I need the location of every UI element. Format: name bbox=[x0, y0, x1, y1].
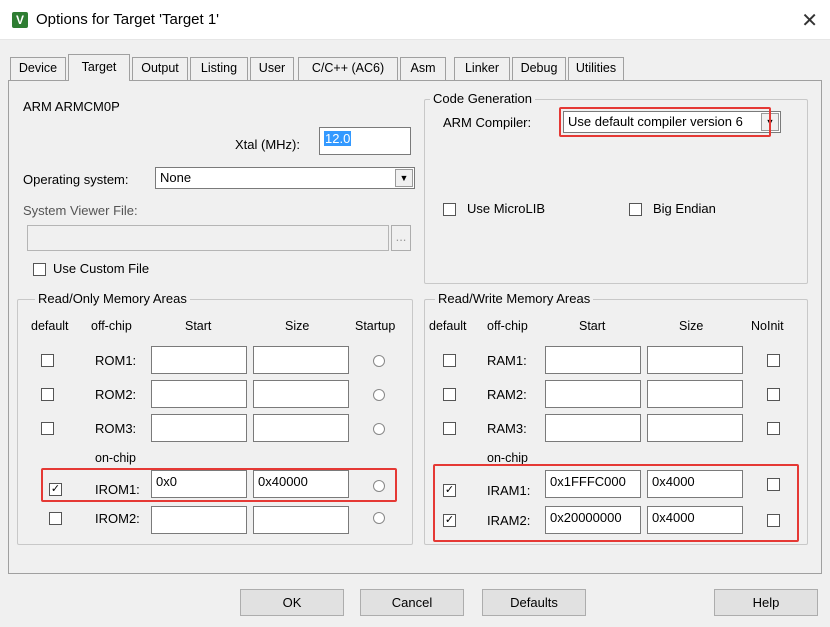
irom2-size-input[interactable] bbox=[253, 506, 349, 534]
rom3-start-input[interactable] bbox=[151, 414, 247, 442]
rw-onchip-label: on-chip bbox=[487, 451, 528, 465]
ro-header-start: Start bbox=[185, 319, 212, 333]
tab-linker[interactable]: Linker bbox=[454, 57, 510, 80]
ram1-start-input[interactable] bbox=[545, 346, 641, 374]
ram3-size-input[interactable] bbox=[647, 414, 743, 442]
ok-button[interactable]: OK bbox=[240, 589, 344, 616]
rom3-label: ROM3: bbox=[95, 421, 137, 436]
target-tab-panel: ARM ARMCM0P Xtal (MHz): 12.0 Operating s… bbox=[8, 80, 822, 574]
ro-header-startup: Startup bbox=[355, 319, 396, 333]
os-select[interactable]: None ▼ bbox=[155, 167, 415, 189]
rom3-default-checkbox[interactable] bbox=[41, 422, 54, 435]
tab-output[interactable]: Output bbox=[132, 57, 188, 80]
use-microlib-checkbox[interactable] bbox=[443, 203, 456, 216]
ram3-default-checkbox[interactable] bbox=[443, 422, 456, 435]
ram3-noinit-checkbox[interactable] bbox=[767, 422, 780, 435]
chevron-down-icon[interactable]: ▼ bbox=[395, 169, 413, 187]
tab-target[interactable]: Target bbox=[68, 54, 130, 81]
rom1-start-input[interactable] bbox=[151, 346, 247, 374]
rom2-label: ROM2: bbox=[95, 387, 137, 402]
ram2-noinit-checkbox[interactable] bbox=[767, 388, 780, 401]
xtal-input[interactable]: 12.0 bbox=[319, 127, 411, 155]
tab-utilities[interactable]: Utilities bbox=[568, 57, 624, 80]
rom2-startup-radio[interactable] bbox=[373, 389, 385, 401]
ram1-noinit-checkbox[interactable] bbox=[767, 354, 780, 367]
code-generation-title: Code Generation bbox=[430, 91, 536, 106]
ram2-label: RAM2: bbox=[487, 387, 527, 402]
rom3-startup-radio[interactable] bbox=[373, 423, 385, 435]
use-custom-file-label: Use Custom File bbox=[53, 261, 150, 276]
defaults-button[interactable]: Defaults bbox=[482, 589, 586, 616]
rw-header-noinit: NoInit bbox=[751, 319, 784, 333]
rw-header-offchip: off-chip bbox=[487, 319, 528, 333]
xtal-label: Xtal (MHz): bbox=[235, 137, 300, 152]
os-label: Operating system: bbox=[23, 172, 129, 187]
os-value: None bbox=[160, 170, 192, 185]
irom2-start-input[interactable] bbox=[151, 506, 247, 534]
rw-header-size: Size bbox=[679, 319, 704, 333]
svf-label: System Viewer File: bbox=[23, 203, 138, 218]
svf-input[interactable] bbox=[27, 225, 389, 251]
rw-header-default: default bbox=[429, 319, 467, 333]
rom1-default-checkbox[interactable] bbox=[41, 354, 54, 367]
ram2-size-input[interactable] bbox=[647, 380, 743, 408]
arm-compiler-label: ARM Compiler: bbox=[443, 115, 532, 130]
tab-device[interactable]: Device bbox=[10, 57, 66, 80]
rom2-size-input[interactable] bbox=[253, 380, 349, 408]
irom-highlight bbox=[41, 468, 397, 502]
ram2-default-checkbox[interactable] bbox=[443, 388, 456, 401]
rom1-size-input[interactable] bbox=[253, 346, 349, 374]
big-endian-checkbox[interactable] bbox=[629, 203, 642, 216]
device-name: ARM ARMCM0P bbox=[23, 99, 120, 114]
irom2-startup-radio[interactable] bbox=[373, 512, 385, 524]
big-endian-label: Big Endian bbox=[653, 201, 716, 216]
ro-header-offchip: off-chip bbox=[91, 319, 132, 333]
ram1-size-input[interactable] bbox=[647, 346, 743, 374]
rw-header-start: Start bbox=[579, 319, 606, 333]
window-title: Options for Target 'Target 1' bbox=[36, 11, 220, 28]
xtal-value: 12.0 bbox=[324, 131, 352, 146]
ro-memory-title: Read/Only Memory Areas bbox=[35, 291, 190, 306]
tab-asm[interactable]: Asm bbox=[400, 57, 446, 80]
ro-header-size: Size bbox=[285, 319, 310, 333]
ram2-start-input[interactable] bbox=[545, 380, 641, 408]
browse-button[interactable]: ... bbox=[391, 225, 411, 251]
ro-onchip-label: on-chip bbox=[95, 451, 136, 465]
tab-debug[interactable]: Debug bbox=[512, 57, 566, 80]
tab-user[interactable]: User bbox=[250, 57, 294, 80]
ram1-default-checkbox[interactable] bbox=[443, 354, 456, 367]
rom1-startup-radio[interactable] bbox=[373, 355, 385, 367]
ram3-start-input[interactable] bbox=[545, 414, 641, 442]
ram3-label: RAM3: bbox=[487, 421, 527, 436]
help-button[interactable]: Help bbox=[714, 589, 818, 616]
cancel-button[interactable]: Cancel bbox=[360, 589, 464, 616]
rom2-start-input[interactable] bbox=[151, 380, 247, 408]
rom2-default-checkbox[interactable] bbox=[41, 388, 54, 401]
iram-highlight bbox=[433, 464, 799, 542]
dialog-button-bar: OK Cancel Defaults Help bbox=[0, 577, 830, 627]
rom3-size-input[interactable] bbox=[253, 414, 349, 442]
ro-header-default: default bbox=[31, 319, 69, 333]
tab-listing[interactable]: Listing bbox=[190, 57, 248, 80]
tab-c-cpp[interactable]: C/C++ (AC6) bbox=[298, 57, 398, 80]
irom2-label: IROM2: bbox=[95, 511, 140, 526]
use-microlib-label: Use MicroLIB bbox=[467, 201, 546, 216]
close-icon[interactable]: ✕ bbox=[801, 8, 818, 33]
title-bar: V Options for Target 'Target 1' ✕ bbox=[0, 0, 830, 40]
use-custom-file-checkbox[interactable] bbox=[33, 263, 46, 276]
rw-memory-title: Read/Write Memory Areas bbox=[435, 291, 594, 306]
compiler-highlight bbox=[559, 107, 771, 137]
ram1-label: RAM1: bbox=[487, 353, 527, 368]
irom2-default-checkbox[interactable] bbox=[49, 512, 62, 525]
keil-app-icon: V bbox=[12, 12, 28, 28]
rom1-label: ROM1: bbox=[95, 353, 137, 368]
